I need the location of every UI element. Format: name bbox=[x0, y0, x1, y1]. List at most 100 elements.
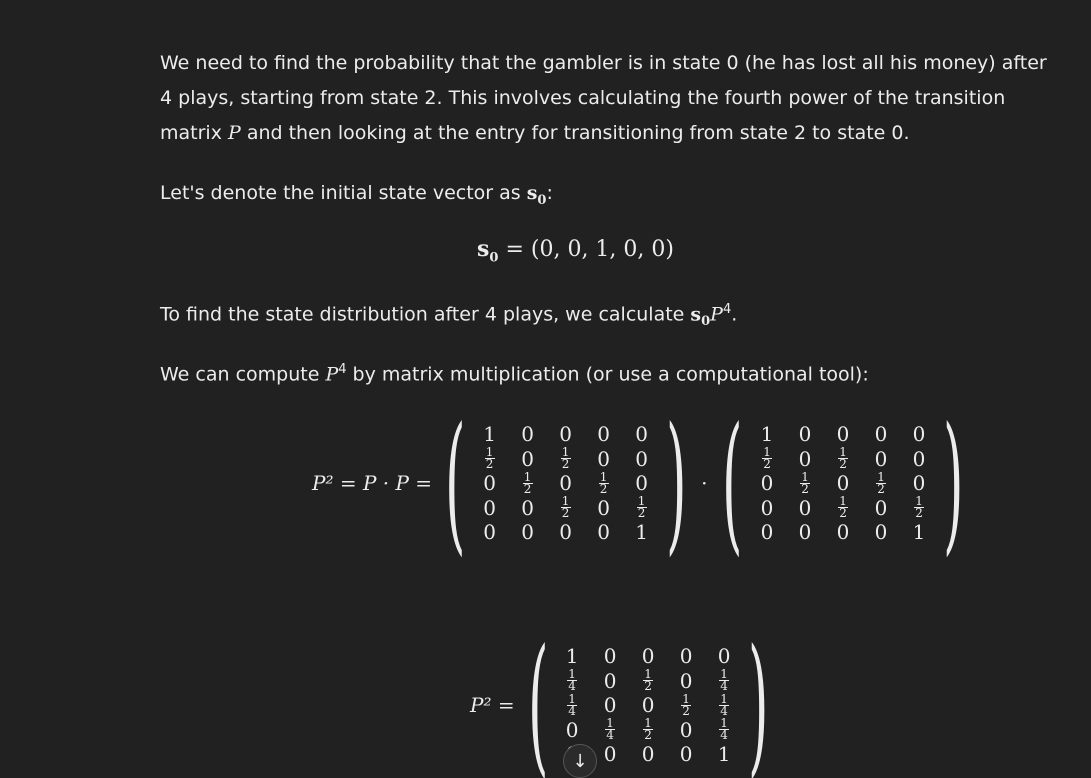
denote-text-a: Let's denote the initial state vector as bbox=[160, 182, 527, 204]
matrix-cell: 14 bbox=[567, 691, 578, 718]
left-paren: ( bbox=[445, 396, 466, 570]
matrix-cell: 0 bbox=[521, 495, 534, 520]
matrix-cell: 12 bbox=[522, 469, 533, 496]
matrix-cell: 0 bbox=[483, 471, 496, 495]
matrix-cell: 0 bbox=[597, 520, 610, 544]
eq1-sub: 0 bbox=[489, 250, 499, 266]
matrix-p-right: 1000012012000120120001201200001 bbox=[748, 422, 938, 545]
matrix-cell: 0 bbox=[760, 520, 774, 544]
matrix-cell: 0 bbox=[635, 471, 648, 495]
matrix-cell: 12 bbox=[643, 667, 654, 693]
intro-paragraph: We need to find the probability that the… bbox=[160, 46, 1060, 151]
multiply-dot: · bbox=[701, 471, 708, 495]
matrix-cell: 0 bbox=[912, 422, 926, 446]
matrix-cell: 0 bbox=[760, 471, 774, 495]
matrix-cell: 0 bbox=[679, 717, 693, 742]
matrix-cell: 1 bbox=[717, 742, 731, 766]
matrix-cell: 12 bbox=[636, 494, 647, 520]
arrow-down-icon: ↓ bbox=[572, 750, 588, 772]
denote-var-s: s bbox=[526, 182, 538, 204]
eq2-lhs: P² = P · P = bbox=[312, 471, 433, 495]
compute-text-b: by matrix multiplication (or use a compu… bbox=[346, 363, 869, 386]
matrix-cell: 0 bbox=[679, 742, 693, 766]
matrix-cell: 0 bbox=[912, 446, 926, 471]
matrix-cell: 0 bbox=[641, 644, 655, 668]
matrix-cell: 12 bbox=[643, 716, 654, 742]
matrix-cell: 0 bbox=[874, 446, 888, 471]
matrix-cell: 14 bbox=[719, 667, 730, 693]
eq1-var-s: s bbox=[477, 236, 490, 262]
left-paren: ( bbox=[722, 396, 743, 570]
matrix-cell: 12 bbox=[800, 469, 811, 496]
message-content: We need to find the probability that the… bbox=[160, 46, 1060, 218]
matrix-cell: 1 bbox=[565, 644, 579, 668]
denote-text-b: : bbox=[546, 182, 553, 204]
dist-var-p: P bbox=[710, 303, 723, 326]
matrix-cell: 1 bbox=[483, 422, 496, 446]
compute-var-p: P bbox=[325, 363, 339, 386]
matrix-cell: 12 bbox=[914, 494, 925, 520]
matrix-cell: 0 bbox=[641, 742, 655, 766]
right-paren: ) bbox=[748, 618, 769, 778]
matrix-cell: 12 bbox=[560, 445, 571, 471]
matrix-cell: 0 bbox=[717, 644, 731, 668]
matrix-cell: 14 bbox=[567, 667, 578, 693]
matrix-cell: 0 bbox=[559, 471, 572, 495]
matrix-cell: 12 bbox=[560, 494, 571, 520]
intro-var-p: P bbox=[227, 122, 241, 144]
matrix-cell: 1 bbox=[635, 520, 648, 544]
matrix-cell: 0 bbox=[521, 446, 534, 471]
matrix-cell: 0 bbox=[635, 422, 648, 446]
intro-text-b: and then looking at the entry for transi… bbox=[240, 122, 910, 144]
distribution-paragraph: To find the state distribution after 4 p… bbox=[160, 292, 737, 339]
matrix-cell: 12 bbox=[681, 691, 692, 718]
matrix-p-left: 1000012012000120120001201200001 bbox=[471, 422, 661, 545]
matrix-cell: 12 bbox=[876, 469, 887, 496]
matrix-cell: 0 bbox=[597, 495, 610, 520]
dist-sup: 4 bbox=[722, 302, 732, 317]
right-paren: ) bbox=[943, 396, 964, 570]
matrix-cell: 14 bbox=[719, 691, 730, 718]
matrix-cell: 0 bbox=[760, 495, 774, 520]
matrix-cell: 0 bbox=[559, 520, 572, 544]
matrix-cell: 12 bbox=[484, 445, 495, 471]
matrix-cell: 14 bbox=[605, 716, 616, 742]
matrix-cell: 0 bbox=[635, 446, 648, 471]
matrix-cell: 12 bbox=[598, 469, 609, 496]
p-squared-result-equation: P² = ( 100001401201414001214014120140000… bbox=[470, 630, 774, 778]
matrix-cell: 0 bbox=[597, 446, 610, 471]
left-paren: ( bbox=[527, 618, 549, 778]
matrix-cell: 0 bbox=[836, 471, 850, 495]
matrix-cell: 0 bbox=[679, 668, 693, 693]
matrix-cell: 0 bbox=[603, 693, 617, 717]
matrix-cell: 0 bbox=[483, 495, 496, 520]
denote-paragraph: Let's denote the initial state vector as… bbox=[160, 176, 1060, 218]
matrix-cell: 0 bbox=[836, 520, 850, 544]
dist-var-s: s bbox=[690, 303, 702, 326]
compute-sup: 4 bbox=[338, 362, 347, 377]
matrix-cell: 1 bbox=[760, 422, 774, 446]
matrix-cell: 0 bbox=[679, 644, 693, 668]
scroll-to-bottom-button[interactable]: ↓ bbox=[563, 744, 597, 778]
matrix-cell: 0 bbox=[836, 422, 850, 446]
matrix-cell: 0 bbox=[483, 520, 496, 544]
matrix-cell: 0 bbox=[641, 693, 655, 717]
dist-sub: 0 bbox=[701, 314, 711, 330]
matrix-cell: 0 bbox=[565, 717, 579, 742]
matrix-cell: 0 bbox=[798, 495, 812, 520]
dist-text-b: . bbox=[731, 303, 738, 326]
matrix-cell: 0 bbox=[521, 422, 534, 446]
matrix-cell: 0 bbox=[603, 668, 617, 693]
matrix-cell: 0 bbox=[874, 495, 888, 520]
matrix-cell: 14 bbox=[719, 716, 730, 742]
state-vector-equation: s0 = (0, 0, 1, 0, 0) bbox=[30, 236, 1091, 265]
matrix-cell: 0 bbox=[798, 520, 812, 544]
matrix-cell: 1 bbox=[912, 520, 926, 544]
matrix-cell: 12 bbox=[838, 494, 849, 520]
matrix-cell: 0 bbox=[521, 520, 534, 544]
matrix-cell: 12 bbox=[762, 445, 773, 471]
compute-text-a: We can compute bbox=[160, 363, 326, 386]
matrix-cell: 0 bbox=[603, 644, 617, 668]
eq1-rhs: = (0, 0, 1, 0, 0) bbox=[505, 237, 674, 262]
p-squared-product-equation: P² = P · P = ( 1000012012000120120001201… bbox=[312, 408, 969, 558]
